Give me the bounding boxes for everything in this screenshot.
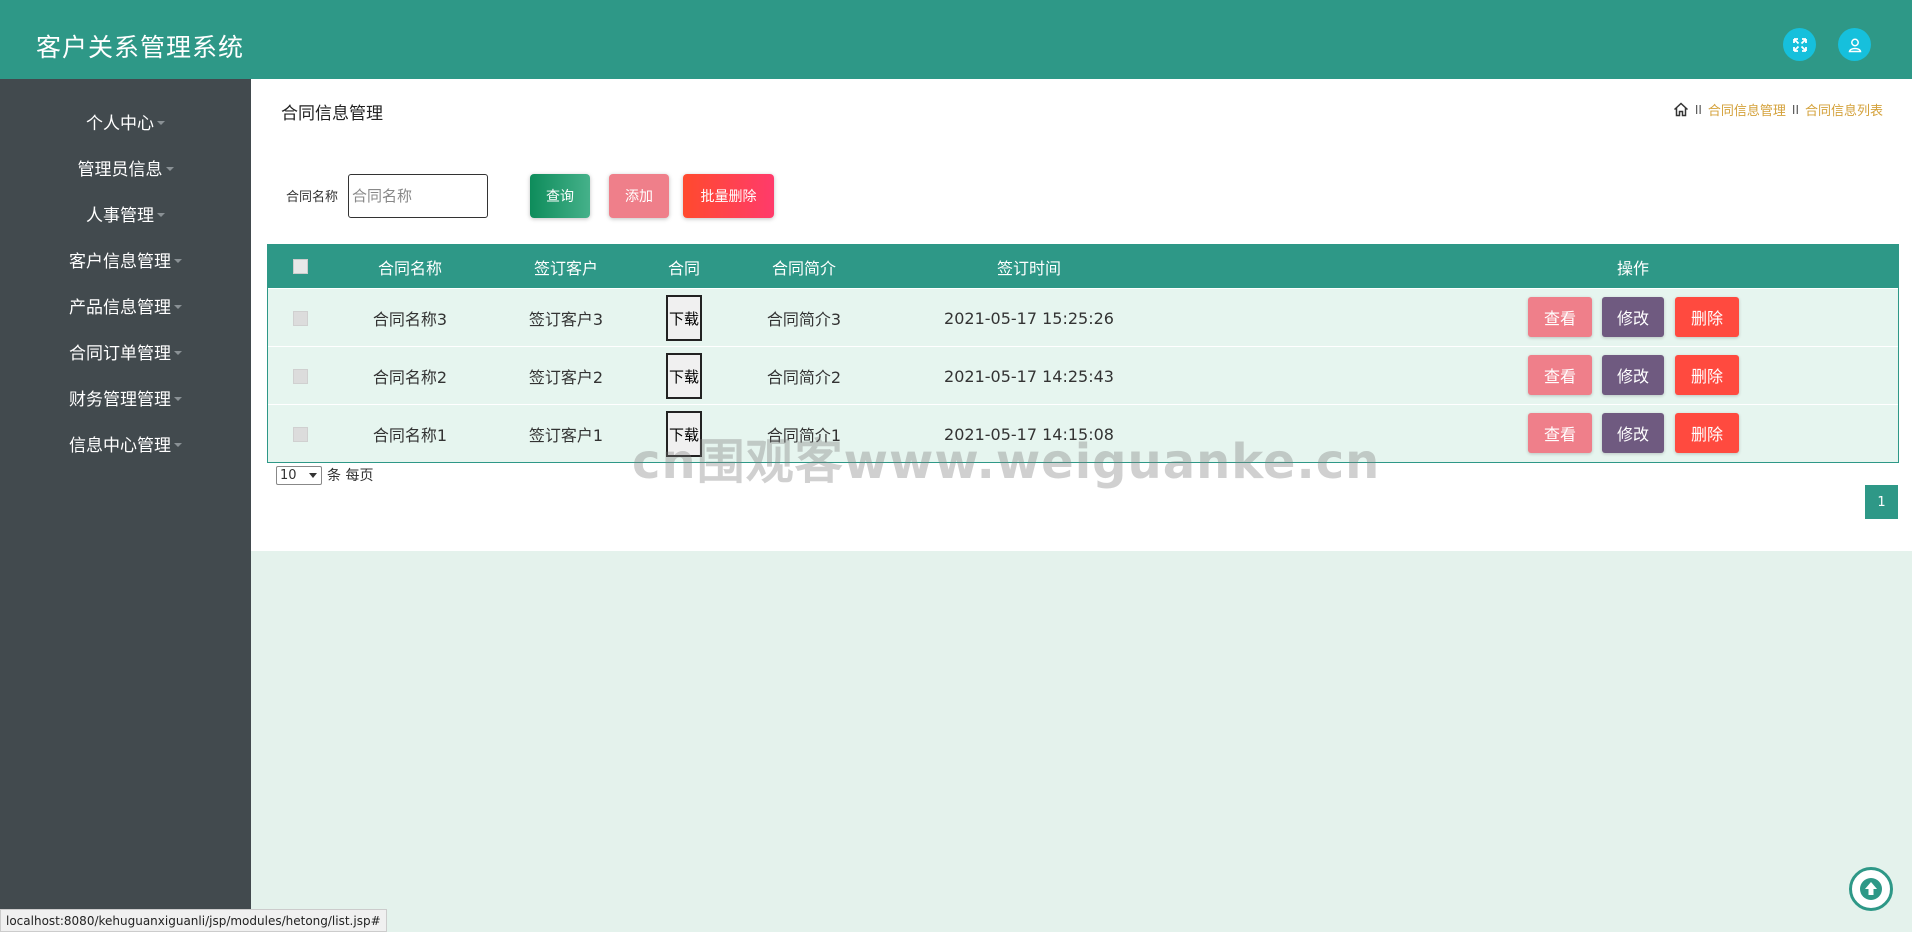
column-header-intro: 合同简介 xyxy=(771,258,836,278)
sidebar-item-label: 人事管理 xyxy=(86,205,154,226)
cell-contract-name: 合同名称2 xyxy=(372,368,448,387)
cell-contract-name: 合同名称3 xyxy=(372,310,448,329)
contract-name-search-input[interactable] xyxy=(348,174,488,218)
search-label: 合同名称 xyxy=(286,190,339,205)
view-button[interactable]: 查看 xyxy=(1528,413,1592,453)
cell-customer: 签订客户2 xyxy=(528,368,604,387)
home-icon[interactable] xyxy=(1673,102,1689,117)
table-row: 合同名称2 签订客户2 下载 合同简介2 2021-05-17 14:25:43… xyxy=(268,346,1898,404)
sidebar-item-hr[interactable]: 人事管理 xyxy=(0,193,251,233)
breadcrumb-separator: II xyxy=(1694,102,1702,117)
caret-down-icon xyxy=(174,443,182,447)
edit-button[interactable]: 修改 xyxy=(1602,297,1664,337)
user-icon xyxy=(1848,38,1861,52)
watermark: cn围观客www.weiguanke.cn xyxy=(632,434,1381,490)
cell-contract-name: 合同名称1 xyxy=(372,426,448,445)
top-header: 客户关系管理系统 xyxy=(0,0,1912,79)
sidebar-item-personal-center[interactable]: 个人中心 xyxy=(0,101,251,141)
breadcrumb: II 合同信息管理 II 合同信息列表 xyxy=(1673,100,1883,119)
breadcrumb-item-contract-management[interactable]: 合同信息管理 xyxy=(1708,100,1786,119)
sidebar-item-label: 产品信息管理 xyxy=(69,297,171,318)
cell-sign-time: 2021-05-17 14:25:43 xyxy=(944,366,1114,386)
caret-down-icon xyxy=(174,259,182,263)
view-button[interactable]: 查看 xyxy=(1528,355,1592,395)
caret-down-icon xyxy=(165,167,174,171)
sidebar-item-label: 合同订单管理 xyxy=(69,343,171,364)
sidebar: 个人中心 管理员信息 人事管理 客户信息管理 产品信息管理 合同订单管理 财务管… xyxy=(0,79,251,932)
batch-delete-button[interactable]: 批量删除 xyxy=(683,174,774,218)
table-header: 合同名称 签订客户 合同 合同简介 签订时间 操作 xyxy=(268,245,1898,288)
row-checkbox[interactable] xyxy=(292,368,308,384)
app-title: 客户关系管理系统 xyxy=(36,33,245,62)
arrow-up-icon xyxy=(1860,878,1882,900)
cell-intro: 合同简介2 xyxy=(766,368,842,387)
delete-button[interactable]: 删除 xyxy=(1675,413,1739,453)
pagination-page-1[interactable]: 1 xyxy=(1865,485,1898,519)
sidebar-item-label: 财务管理管理 xyxy=(69,389,171,410)
cell-intro: 合同简介3 xyxy=(766,310,842,329)
sidebar-item-product-info[interactable]: 产品信息管理 xyxy=(0,285,251,325)
sidebar-item-label: 信息中心管理 xyxy=(69,435,171,456)
page-size-control: 10 条 每页 xyxy=(276,465,373,485)
select-all-cell xyxy=(268,245,332,288)
sidebar-item-info-center[interactable]: 信息中心管理 xyxy=(0,423,251,463)
delete-button[interactable]: 删除 xyxy=(1675,355,1739,395)
add-button[interactable]: 添加 xyxy=(609,174,669,218)
caret-down-icon xyxy=(157,121,165,125)
edit-button[interactable]: 修改 xyxy=(1602,355,1664,395)
caret-down-icon xyxy=(174,305,182,309)
sidebar-item-label: 客户信息管理 xyxy=(69,251,171,272)
column-header-contract: 合同 xyxy=(667,258,700,278)
sidebar-item-contract-orders[interactable]: 合同订单管理 xyxy=(0,331,251,371)
download-button[interactable]: 下载 xyxy=(666,353,702,399)
edit-button[interactable]: 修改 xyxy=(1602,413,1664,453)
back-to-top-button[interactable] xyxy=(1849,867,1893,911)
query-button[interactable]: 查询 xyxy=(530,174,590,218)
cell-sign-time: 2021-05-17 15:25:26 xyxy=(944,308,1114,328)
table-row: 合同名称3 签订客户3 下载 合同简介3 2021-05-17 15:25:26… xyxy=(268,288,1898,346)
sidebar-item-label: 个人中心 xyxy=(86,113,154,134)
caret-down-icon xyxy=(174,397,182,401)
download-button[interactable]: 下载 xyxy=(666,295,702,341)
column-header-name: 合同名称 xyxy=(377,258,442,278)
select-all-checkbox[interactable] xyxy=(292,259,308,274)
page-size-value: 10 xyxy=(280,467,297,483)
fullscreen-button[interactable] xyxy=(1783,28,1816,61)
column-header-time: 签订时间 xyxy=(996,258,1061,278)
status-bar-url: localhost:8080/kehuguanxiguanli/jsp/modu… xyxy=(0,909,387,932)
cell-customer: 签订客户1 xyxy=(528,426,604,445)
caret-down-icon xyxy=(157,213,165,217)
breadcrumb-separator: II xyxy=(1791,102,1799,117)
delete-button[interactable]: 删除 xyxy=(1675,297,1739,337)
caret-down-icon xyxy=(174,351,182,355)
column-header-actions: 操作 xyxy=(1616,258,1649,278)
chevron-down-icon xyxy=(309,472,317,478)
user-button[interactable] xyxy=(1838,28,1871,61)
breadcrumb-item-contract-list[interactable]: 合同信息列表 xyxy=(1805,100,1883,119)
cell-customer: 签订客户3 xyxy=(528,310,604,329)
view-button[interactable]: 查看 xyxy=(1528,297,1592,337)
page-size-suffix: 条 每页 xyxy=(327,468,374,484)
sidebar-item-finance[interactable]: 财务管理管理 xyxy=(0,377,251,417)
sidebar-item-customer-info[interactable]: 客户信息管理 xyxy=(0,239,251,279)
sidebar-item-label: 管理员信息 xyxy=(77,159,163,180)
row-checkbox[interactable] xyxy=(292,426,308,442)
page-title: 合同信息管理 xyxy=(281,104,383,124)
column-header-customer: 签订客户 xyxy=(533,258,598,278)
sidebar-item-admin-info[interactable]: 管理员信息 xyxy=(0,147,251,187)
row-checkbox[interactable] xyxy=(292,310,308,326)
expand-icon xyxy=(1792,37,1807,52)
page-size-select[interactable]: 10 xyxy=(276,465,322,485)
